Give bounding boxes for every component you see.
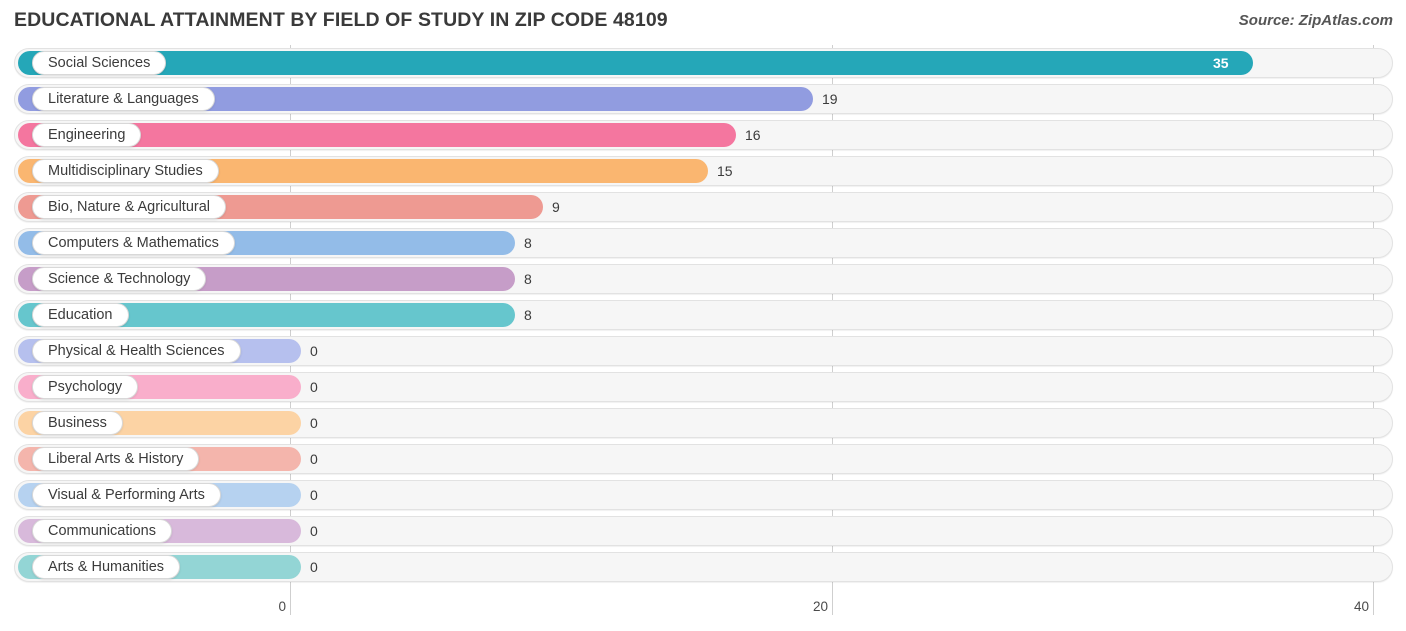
bar-row[interactable]: Psychology 0 — [0, 369, 1406, 405]
category-label-pill: Visual & Performing Arts — [32, 483, 221, 507]
category-label: Bio, Nature & Agricultural — [48, 198, 210, 215]
category-label-pill: Multidisciplinary Studies — [32, 159, 219, 183]
category-label: Arts & Humanities — [48, 558, 165, 575]
bar-row[interactable]: Science & Technology 8 — [0, 261, 1406, 297]
source-attribution: Source: ZipAtlas.com — [1238, 12, 1393, 29]
bar-value-label: 8 — [524, 235, 532, 251]
bar-row[interactable]: Physical & Health Sciences 0 — [0, 333, 1406, 369]
category-label-pill: Social Sciences — [32, 51, 167, 75]
category-label: Liberal Arts & History — [48, 450, 184, 467]
category-label: Visual & Performing Arts — [48, 486, 205, 503]
category-label-pill: Business — [32, 411, 123, 435]
category-label: Engineering — [48, 126, 126, 143]
category-label: Literature & Languages — [48, 90, 199, 107]
axis-rule-40 — [1373, 593, 1374, 615]
bar-value-label: 35 — [1213, 55, 1229, 71]
bar-value-label: 16 — [745, 127, 761, 143]
axis-tick-label: 0 — [278, 599, 286, 614]
category-label: Communications — [48, 522, 156, 539]
bar-row[interactable]: Social Sciences 35 — [0, 45, 1406, 81]
category-label: Science & Technology — [48, 270, 191, 287]
bar-row[interactable]: Engineering 16 — [0, 117, 1406, 153]
axis-rule-20 — [832, 593, 833, 615]
bar-row[interactable]: Business 0 — [0, 405, 1406, 441]
bar-row[interactable]: Liberal Arts & History 0 — [0, 441, 1406, 477]
bar-value-label: 8 — [524, 307, 532, 323]
bar-value-label: 0 — [310, 451, 318, 467]
bar-row[interactable]: Computers & Mathematics 8 — [0, 225, 1406, 261]
category-label-pill: Education — [32, 303, 129, 327]
category-label-pill: Communications — [32, 519, 172, 543]
bar-value-label: 15 — [717, 163, 733, 179]
page-title: EDUCATIONAL ATTAINMENT BY FIELD OF STUDY… — [14, 9, 668, 31]
bar-value-label: 8 — [524, 271, 532, 287]
bar-row[interactable]: Multidisciplinary Studies 15 — [0, 153, 1406, 189]
bar-row[interactable]: Arts & Humanities 0 — [0, 549, 1406, 585]
category-label: Business — [48, 414, 107, 431]
category-label-pill: Engineering — [32, 123, 142, 147]
x-axis: 0 20 40 — [0, 593, 1406, 631]
category-label-pill: Psychology — [32, 375, 139, 399]
bar-value-label: 0 — [310, 523, 318, 539]
bar-rows: Social Sciences 35 Literature & Languages 1… — [0, 45, 1406, 585]
category-label-pill: Computers & Mathematics — [32, 231, 235, 255]
category-label: Education — [48, 306, 113, 323]
axis-tick-label: 40 — [1353, 599, 1369, 614]
category-label: Multidisciplinary Studies — [48, 162, 203, 179]
bar-row[interactable]: Visual & Performing Arts 0 — [0, 477, 1406, 513]
category-label-pill: Literature & Languages — [32, 87, 215, 111]
bar-value-label: 9 — [552, 199, 560, 215]
bar-value-label: 0 — [310, 415, 318, 431]
category-label-pill: Arts & Humanities — [32, 555, 181, 579]
bar-value-label: 0 — [310, 379, 318, 395]
category-label-pill: Liberal Arts & History — [32, 447, 200, 471]
axis-rule-0 — [290, 593, 291, 615]
category-label: Physical & Health Sciences — [48, 342, 225, 359]
bar-value-label: 0 — [310, 559, 318, 575]
bar-fill — [18, 51, 1253, 75]
bar-row[interactable]: Literature & Languages 19 — [0, 81, 1406, 117]
bar-row[interactable]: Bio, Nature & Agricultural 9 — [0, 189, 1406, 225]
bar-row[interactable]: Education 8 — [0, 297, 1406, 333]
bar-value-label: 0 — [310, 487, 318, 503]
axis-tick-label: 20 — [812, 599, 828, 614]
chart-plot-area: Social Sciences 35 Literature & Languages 1… — [0, 45, 1406, 593]
category-label: Psychology — [48, 378, 123, 395]
category-label: Computers & Mathematics — [48, 234, 219, 251]
category-label-pill: Science & Technology — [32, 267, 207, 291]
category-label-pill: Physical & Health Sciences — [32, 339, 241, 363]
bar-value-label: 19 — [822, 91, 838, 107]
category-label-pill: Bio, Nature & Agricultural — [32, 195, 226, 219]
category-label: Social Sciences — [48, 54, 151, 71]
bar-row[interactable]: Communications 0 — [0, 513, 1406, 549]
bar-value-label: 0 — [310, 343, 318, 359]
chart-header: EDUCATIONAL ATTAINMENT BY FIELD OF STUDY… — [0, 0, 1406, 45]
